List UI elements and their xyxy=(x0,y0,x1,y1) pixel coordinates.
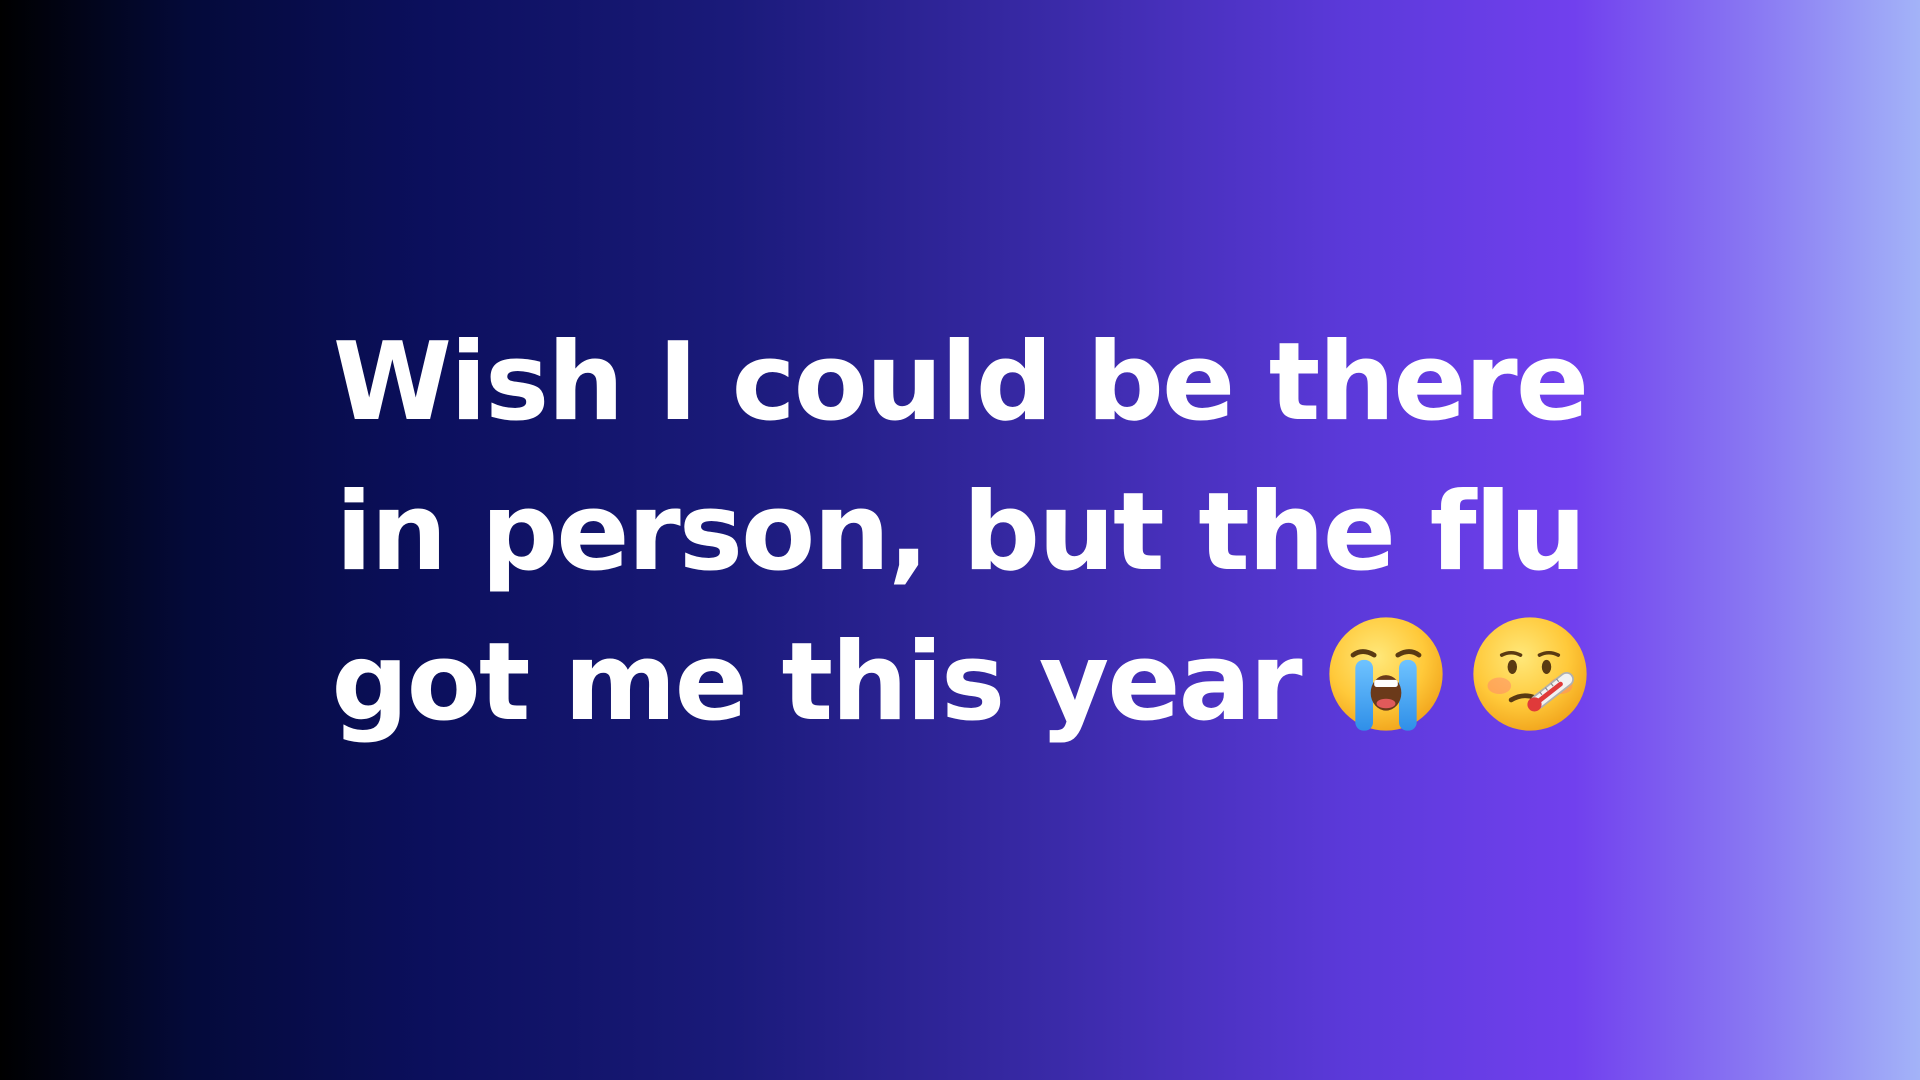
message-line-3: got me this year xyxy=(331,608,1588,758)
message-line-1: Wish I could be there xyxy=(332,319,1589,445)
message-line-2: in person, but the flu xyxy=(335,469,1586,595)
face-with-thermometer-icon xyxy=(1471,615,1589,733)
message-line-3-text: got me this year xyxy=(331,619,1302,745)
message-text: Wish I could be there in person, but the… xyxy=(331,308,1589,758)
slide: Wish I could be there in person, but the… xyxy=(0,0,1920,1080)
loudly-crying-face-icon xyxy=(1327,615,1445,733)
